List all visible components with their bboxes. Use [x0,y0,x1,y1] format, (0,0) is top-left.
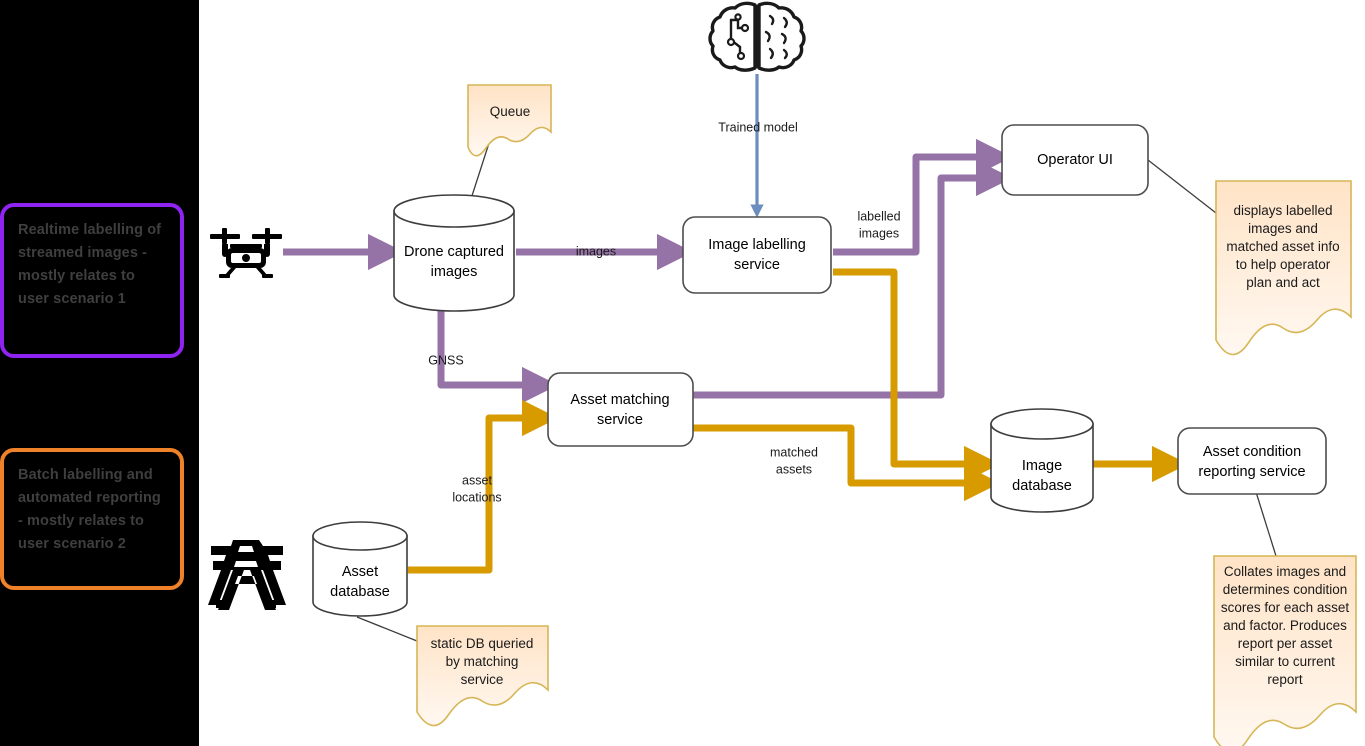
node-label-line2: service [597,412,643,428]
note-operator-ui-line4: to help operator [1236,257,1331,272]
note-reporting-line2: determines condition [1223,582,1348,597]
connector-reporting-note [1255,491,1277,557]
node-label-line1: Asset [342,564,378,580]
edge-label-labelled-images-line1: labelled [857,209,900,223]
node-operator-ui[interactable]: Operator UI [1001,124,1149,196]
edge-label-matched-assets-line2: assets [776,462,812,476]
note-operator-ui-line2: images and [1248,221,1318,236]
node-label-line1: Image [1022,458,1062,474]
edge-label-gnss: GNSS [428,353,463,367]
architecture-diagram-svg: Drone captured images Image labelling se… [208,1,1357,746]
note-reporting-line1: Collates images and [1224,564,1346,579]
node-label-line1: Asset condition [1203,444,1301,460]
node-label-line2: database [1012,478,1072,494]
transmission-tower-icon [208,540,286,610]
note-static-db-line1: static DB queried [431,636,534,651]
node-label-line1: Asset matching [570,392,669,408]
note-reporting-line3: scores for each asset [1221,600,1350,615]
edge-label-matched-assets-line1: matched [770,445,818,459]
node-label-line2: database [330,584,390,600]
note-reporting-line5: report per asset [1238,636,1333,651]
edge-labelling-to-operator [833,138,1013,256]
node-label-line2: service [734,257,780,273]
edge-matching-to-imagedb [693,424,1001,502]
note-reporting-line6: similar to current [1235,654,1335,669]
edge-labelling-to-imagedb [833,268,1001,483]
node-drone-captured-images[interactable]: Drone captured images [393,194,515,312]
note-operator-ui: displays labelled images and matched ass… [1215,180,1352,356]
note-reporting: Collates images and determines condition… [1213,555,1357,746]
note-operator-ui-line5: plan and act [1246,275,1320,290]
node-label-line1: Drone captured [404,244,504,260]
ai-brain-icon [708,1,806,72]
note-queue-line1: Queue [490,104,531,119]
connector-operator-note [1147,159,1217,214]
node-asset-condition-reporting-service[interactable]: Asset condition reporting service [1177,427,1327,495]
node-label-line1: Operator UI [1037,152,1113,168]
node-label-line1: Image labelling [708,237,806,253]
note-reporting-line7: report [1267,672,1303,687]
node-asset-matching-service[interactable]: Asset matching service [547,372,694,447]
node-asset-database[interactable]: Asset database [312,521,408,617]
note-static-db-line2: by matching [446,654,519,669]
note-static-db: static DB queried by matching service [416,625,549,727]
drone-icon [210,228,282,278]
note-reporting-line4: and factor. Produces [1223,618,1347,633]
node-image-labelling-service[interactable]: Image labelling service [682,216,832,294]
diagram-canvas: Realtime labelling of streamed images - … [0,0,1365,746]
edge-label-asset-locations-line2: locations [452,490,501,504]
edge-capture-to-matching [437,310,559,404]
note-operator-ui-line1: displays labelled [1233,203,1332,218]
note-queue: Queue [467,84,552,157]
node-label-line2: reporting service [1198,464,1305,480]
edge-label-asset-locations-line1: asset [462,473,492,487]
note-static-db-line3: service [461,672,504,687]
node-image-database[interactable]: Image database [990,408,1094,513]
edge-label-trained-model: Trained model [718,120,797,134]
node-label-line2: images [431,264,478,280]
edge-label-labelled-images-line2: images [859,226,899,240]
note-operator-ui-line3: matched asset info [1226,239,1339,254]
edge-label-images: images [576,244,616,258]
